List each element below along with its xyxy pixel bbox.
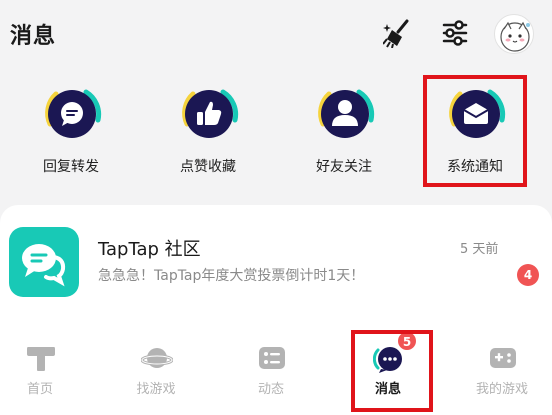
taptap-home-icon [27, 347, 55, 371]
nav-item-find-games[interactable]: 找游戏 [101, 325, 211, 415]
bottom-nav: 首页 找游戏 动态 5 消息 我的游戏 [0, 325, 552, 415]
taptap-community-icon [9, 227, 79, 297]
feed-icon [259, 347, 285, 369]
nav-item-my-games[interactable]: 我的游戏 [447, 325, 552, 415]
message-time: 5 天前 [460, 242, 499, 257]
chat-bubble-icon [45, 89, 102, 138]
message-preview: 急急急！TapTap年度大赏投票倒计时1天！ [98, 268, 365, 284]
nav-item-home[interactable]: 首页 [0, 325, 95, 415]
avatar[interactable] [494, 14, 534, 54]
planet-icon [141, 348, 173, 368]
shortcut-likes[interactable]: 点赞收藏 [153, 78, 263, 188]
shortcut-label: 点赞收藏 [180, 159, 236, 175]
nav-label: 找游戏 [136, 382, 176, 397]
unread-badge: 4 [517, 264, 539, 286]
message-title: TapTap 社区 [98, 239, 201, 260]
shortcut-label: 好友关注 [316, 159, 372, 175]
shortcut-friends[interactable]: 好友关注 [289, 78, 399, 188]
nav-label: 动态 [257, 382, 284, 397]
shortcut-label: 回复转发 [43, 159, 99, 175]
nav-label: 首页 [26, 382, 53, 397]
person-icon [318, 89, 375, 138]
sliders-icon[interactable] [440, 18, 470, 48]
broom-icon[interactable] [383, 18, 413, 48]
shortcut-replies[interactable]: 回复转发 [16, 78, 126, 188]
nav-label: 我的游戏 [475, 382, 528, 397]
page-title: 消息 [10, 24, 57, 49]
highlight-box-system-notice [423, 75, 527, 187]
gamepad-icon [490, 348, 516, 368]
thumbs-up-icon [182, 89, 239, 138]
message-item[interactable]: TapTap 社区 5 天前 急急急！TapTap年度大赏投票倒计时1天！ 4 [0, 205, 552, 325]
header: 消息 [0, 0, 552, 70]
highlight-box-messages-tab [351, 330, 433, 412]
nav-item-feed[interactable]: 动态 [216, 325, 326, 415]
